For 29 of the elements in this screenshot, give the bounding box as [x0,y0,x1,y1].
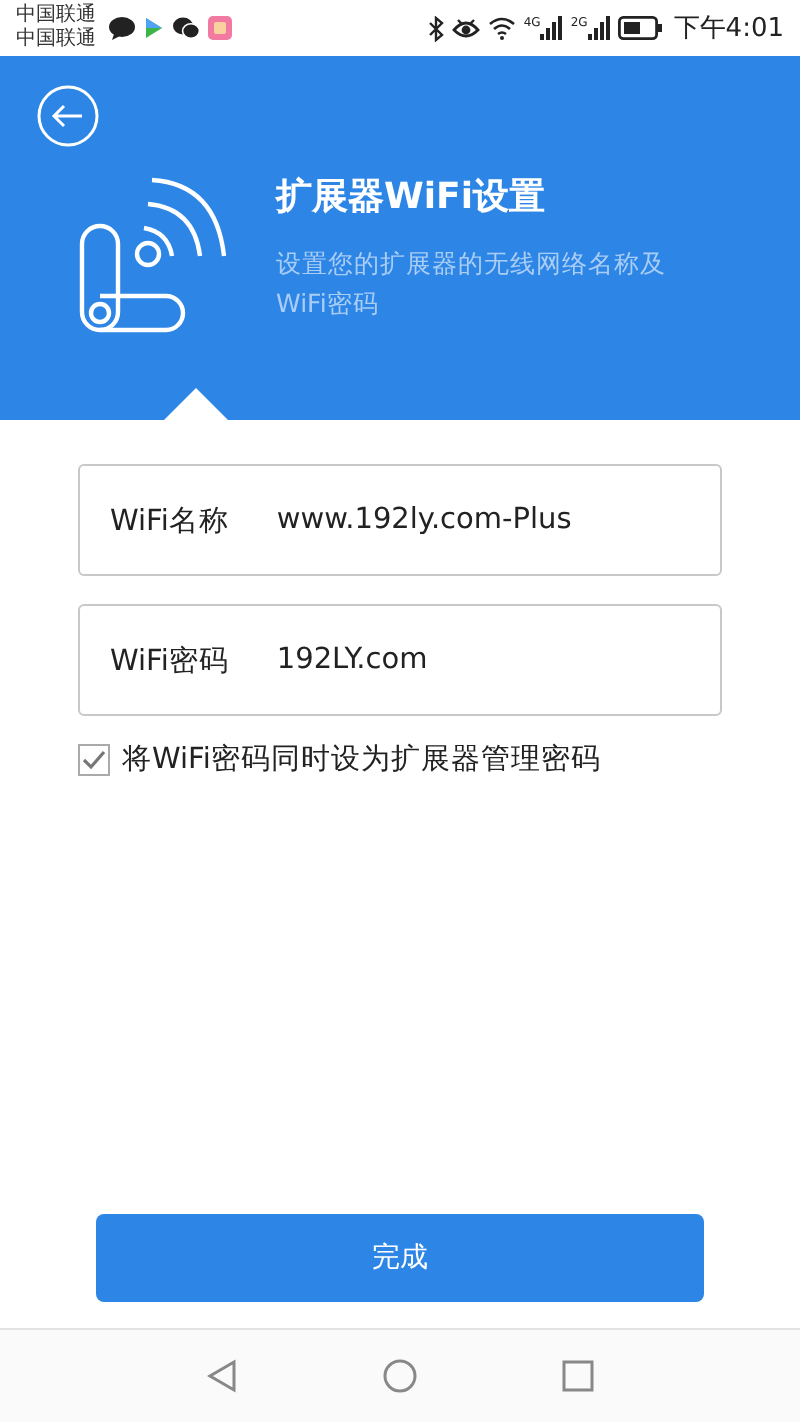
checkbox[interactable] [78,743,110,775]
input-field[interactable]: WiFi名称 www.192ly.com-Plus [78,464,722,576]
carrier-name: 中国联通 [16,4,96,27]
wifi-icon [487,16,516,40]
back-triangle-icon[interactable] [204,1358,240,1394]
field-value: www.192ly.com-Plus [276,504,572,536]
done-button[interactable]: 完成 [96,1214,704,1302]
eye-icon [451,16,480,40]
home-circle-icon[interactable] [382,1358,418,1394]
back-icon[interactable] [36,84,100,148]
checkbox-label: 将WiFi密码同时设为扩展器管理密码 [122,741,601,778]
signal-icon [587,16,610,40]
page-description: 设置您的扩展器的无线网络名称及WiFi密码 [276,246,668,322]
field-label: WiFi密码 [110,643,229,679]
battery-icon [617,16,662,40]
input-field[interactable]: WiFi密码 192LY.com [78,604,722,716]
clock-time: 下午4:01 [673,12,784,46]
field-label: WiFi名称 [110,503,229,539]
play-icon [144,16,164,40]
field-value: 192LY.com [276,644,428,676]
recent-square-icon[interactable] [560,1358,596,1394]
bluetooth-icon [427,15,444,41]
signal-icon [540,16,563,40]
carrier-name: 中国联通 [16,28,96,52]
page-title: 扩展器WiFi设置 [276,174,547,220]
app-icon [208,16,232,40]
chat-bubble-icon [108,16,136,40]
pointer-notch [164,388,228,420]
chat-bubbles-icon [172,16,200,40]
